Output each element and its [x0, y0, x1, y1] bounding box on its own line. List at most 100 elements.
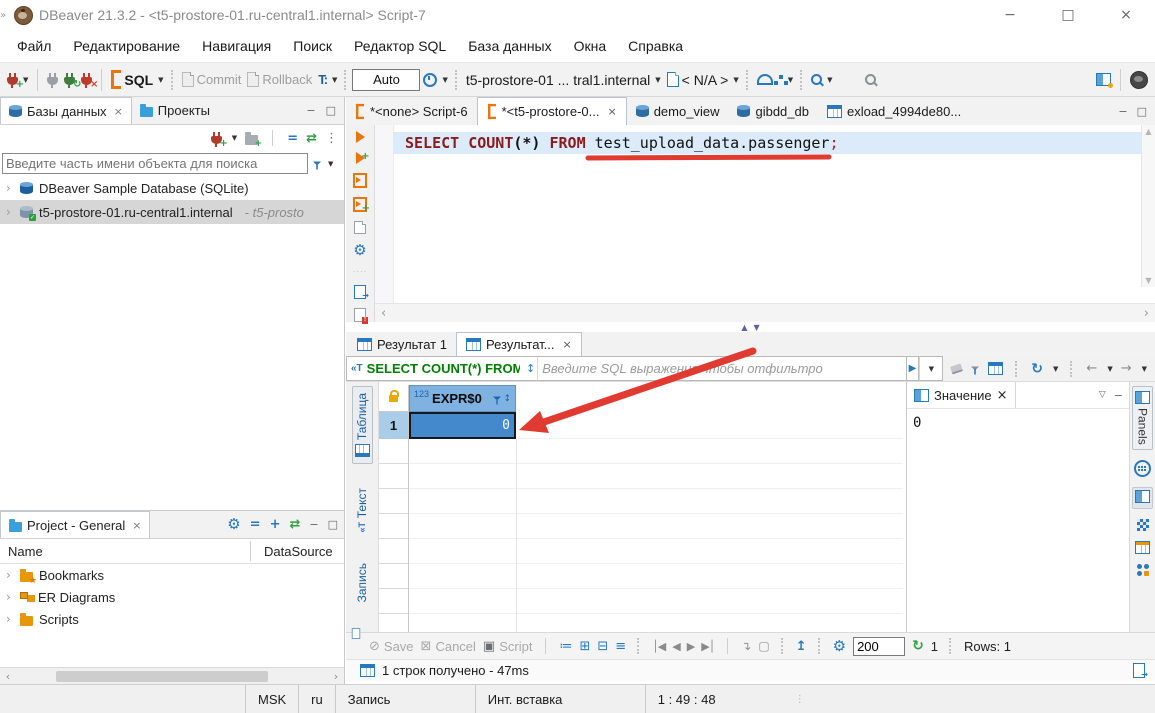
tab-result-1[interactable]: Результат 1	[348, 332, 456, 356]
open-in-editor-corner[interactable]	[348, 633, 362, 659]
expand-chevron-icon[interactable]: ›	[6, 590, 14, 604]
save-button[interactable]: ⊘ Save	[369, 639, 414, 654]
sql-text-area[interactable]: SELECT COUNT (*) FROM test_upload_data.p…	[393, 125, 1141, 322]
tab-script-7-active[interactable]: *<t5-prostore-0... ×	[477, 97, 627, 125]
execute-statement-icon[interactable]	[356, 131, 365, 143]
new-connection-button[interactable]: + ▼	[4, 67, 31, 93]
select-row-icon[interactable]: ▢	[758, 639, 769, 653]
filter-history-dropdown-icon[interactable]: ▼	[919, 356, 943, 381]
delete-row-icon[interactable]: ≡	[615, 639, 626, 654]
tab-project-close-icon[interactable]: ×	[132, 519, 141, 532]
transaction-dropdown-icon[interactable]: ▼	[332, 76, 337, 84]
column-name[interactable]: Name	[0, 544, 248, 559]
rollback-button[interactable]: Rollback	[244, 67, 315, 93]
fetch-size-input[interactable]	[853, 637, 905, 656]
edit-value-icon[interactable]: ≔	[559, 639, 572, 654]
result-filter-input[interactable]	[537, 356, 906, 381]
navigator-minimize-icon[interactable]: −	[306, 104, 315, 117]
grid-settings-icon[interactable]	[988, 362, 1003, 375]
expand-chevron-icon[interactable]: ›	[6, 181, 14, 195]
new-folder-icon[interactable]: +	[245, 135, 258, 145]
editor-minimize-icon[interactable]: −	[1118, 105, 1127, 118]
grid-row-empty[interactable]	[409, 464, 903, 489]
scroll-right-icon[interactable]: ›	[328, 670, 344, 683]
scroll-left-icon[interactable]: ‹	[0, 670, 16, 683]
active-connection-selector[interactable]: t5-prostore-01 ... tral1.internal ▼	[463, 67, 664, 93]
column-sort-icon[interactable]: ↕	[503, 394, 511, 404]
scroll-right-icon[interactable]: ›	[1144, 306, 1149, 321]
tab-close-icon[interactable]: ×	[607, 105, 616, 118]
sash-down-icon[interactable]: ▼	[754, 323, 760, 332]
row-header-empty[interactable]	[379, 589, 408, 614]
project-minimize-icon[interactable]: −	[309, 518, 318, 531]
close-icon[interactable]: ×	[1097, 0, 1155, 30]
minimize-icon[interactable]: −	[981, 0, 1039, 30]
transaction-history-button[interactable]: ▼	[420, 67, 450, 93]
row-header-empty[interactable]	[379, 464, 408, 489]
tab-result-2-active[interactable]: Результат... ×	[456, 332, 582, 356]
aggregate-panel-icon[interactable]	[1135, 541, 1150, 554]
navigator-new-connection-dropdown-icon[interactable]: ▼	[232, 134, 237, 142]
menu-help[interactable]: Справка	[617, 38, 694, 54]
status-timezone[interactable]: MSK	[246, 685, 299, 713]
tab-close-icon[interactable]: ×	[563, 338, 572, 351]
quick-search-button[interactable]	[862, 67, 879, 93]
execute-script-icon[interactable]	[353, 173, 367, 188]
grid-row-empty[interactable]	[409, 564, 903, 589]
previous-row-icon[interactable]: ◀	[672, 640, 679, 653]
value-viewer-toggle-icon[interactable]	[1132, 487, 1153, 509]
calc-panel-icon[interactable]	[1134, 460, 1151, 477]
nav-forward-icon[interactable]: →	[1121, 361, 1132, 376]
project-expand-all-icon[interactable]: +	[270, 517, 281, 532]
project-link-icon[interactable]: ⇄	[289, 517, 300, 532]
search-dropdown-icon[interactable]: ▼	[827, 76, 832, 84]
menu-search[interactable]: Поиск	[282, 38, 343, 54]
grid-settings-gear-icon[interactable]: ⚙	[833, 639, 846, 654]
grid-row-empty[interactable]	[409, 539, 903, 564]
column-datasource[interactable]: DataSource	[248, 544, 333, 559]
tab-script-6[interactable]: *<none> Script-6	[346, 97, 477, 125]
connect-button[interactable]	[44, 67, 61, 93]
refresh-dropdown-icon[interactable]: ▼	[1053, 365, 1058, 373]
grid-row-empty[interactable]	[409, 439, 903, 464]
editor-results-sash[interactable]: ▲ ▼	[346, 322, 1155, 332]
new-sql-editor-button[interactable]: SQL ▼	[108, 67, 166, 93]
next-row-icon[interactable]: ▶	[687, 640, 694, 653]
export-data-icon[interactable]: ↥	[796, 639, 807, 654]
nav-back-dropdown-icon[interactable]: ▼	[1107, 365, 1112, 373]
execute-new-tab-icon[interactable]: +	[356, 152, 365, 164]
go-to-row-icon[interactable]: ↴	[741, 639, 751, 653]
menu-database[interactable]: База данных	[457, 38, 562, 54]
expand-filter-icon[interactable]: ↕	[524, 356, 537, 381]
sql-editor[interactable]: + + ⚙ ···· → ! SELECT COUNT (*) FROM tes…	[346, 125, 1155, 322]
link-with-editor-icon[interactable]: ⇄	[306, 131, 317, 146]
column-header-expr0[interactable]: 123 EXPR$0 ↕	[409, 385, 516, 412]
scroll-down-icon[interactable]: ▼	[1145, 276, 1151, 285]
expand-chevron-icon[interactable]: ›	[6, 568, 14, 582]
transaction-log-button[interactable]: T: ▼	[315, 67, 340, 93]
tab-value-close-icon[interactable]: ×	[997, 388, 1008, 403]
view-tab-grid[interactable]: Таблица	[352, 386, 373, 464]
last-row-icon[interactable]: ▶│	[701, 640, 714, 653]
collapse-all-icon[interactable]: =	[287, 131, 298, 146]
active-schema-selector[interactable]: < N/A > ▼	[664, 67, 742, 93]
row-header-empty[interactable]	[379, 564, 408, 589]
menu-file[interactable]: Файл	[6, 38, 62, 54]
row-header-empty[interactable]	[379, 439, 408, 464]
duplicate-row-icon[interactable]: ⊟	[597, 639, 608, 654]
project-collapse-all-icon[interactable]: =	[250, 517, 261, 532]
grid-row-empty[interactable]	[409, 489, 903, 514]
filter-dropdown-icon[interactable]: ▼	[328, 160, 333, 168]
tab-databases[interactable]: Базы данных ×	[0, 97, 132, 124]
sql-editor-dropdown-icon[interactable]: ▼	[158, 76, 163, 84]
tasks-dropdown-icon[interactable]: ▼	[788, 76, 793, 84]
refresh-result-icon[interactable]: ↻	[1031, 361, 1043, 377]
connection-dropdown-icon[interactable]: ▼	[655, 76, 660, 84]
project-item-bookmarks[interactable]: › ★ Bookmarks	[0, 564, 344, 586]
maximize-icon[interactable]: □	[1039, 0, 1097, 30]
grid-row-empty[interactable]	[409, 514, 903, 539]
scroll-left-icon[interactable]: ‹	[381, 306, 386, 321]
filter-icon[interactable]	[313, 162, 321, 166]
row-header-empty[interactable]	[379, 539, 408, 564]
menu-sql-editor[interactable]: Редактор SQL	[343, 38, 457, 54]
